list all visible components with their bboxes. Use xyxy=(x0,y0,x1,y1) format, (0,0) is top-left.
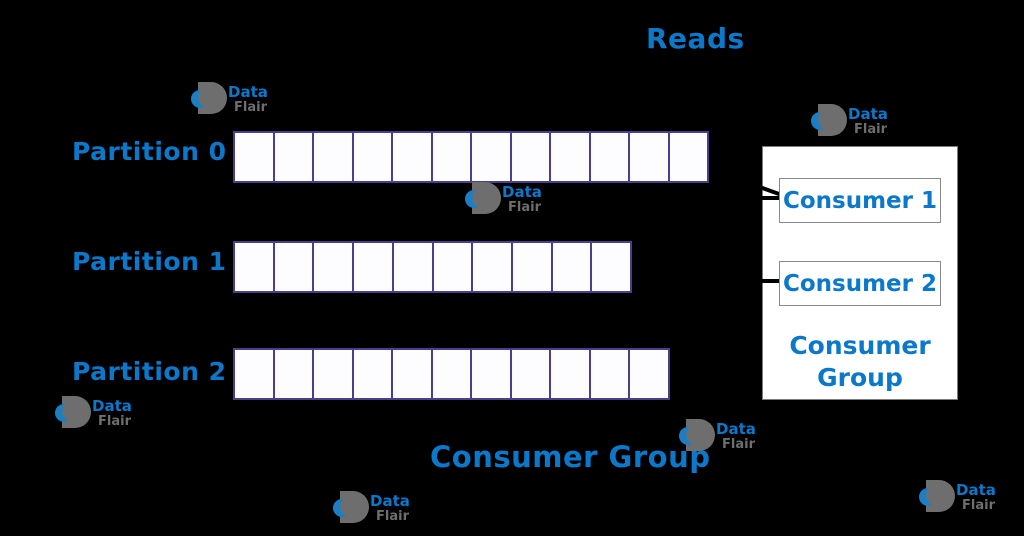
partition-cell xyxy=(511,350,552,398)
partition-cell xyxy=(630,350,669,398)
svg-text:Data: Data xyxy=(716,420,756,438)
partition-cell xyxy=(433,243,474,291)
partition-cell xyxy=(353,133,393,181)
dataflair-logo-icon: Data Flair xyxy=(676,415,780,455)
partition-cell xyxy=(432,350,473,398)
partition-cell xyxy=(590,133,630,181)
partition-1-label: Partition 1 xyxy=(72,247,227,276)
svg-text:Flair: Flair xyxy=(234,100,268,115)
partition-cell xyxy=(235,243,275,291)
dataflair-logo-icon: Data Flair xyxy=(462,178,566,218)
partition-cell xyxy=(235,350,275,398)
partition-1-strip xyxy=(233,241,632,293)
partition-cell xyxy=(551,350,591,398)
dataflair-logo-icon: Data Flair xyxy=(52,392,156,432)
partition-cell xyxy=(512,243,553,291)
svg-text:Flair: Flair xyxy=(854,122,888,137)
partition-cell xyxy=(354,243,394,291)
dataflair-logo-icon: Data Flair xyxy=(188,78,292,118)
partition-cell xyxy=(590,350,631,398)
svg-text:Data: Data xyxy=(956,481,996,499)
partition-cell xyxy=(393,133,433,181)
dataflair-logo-icon: Data Flair xyxy=(808,100,912,140)
consumer-group-bottom-label: Consumer Group xyxy=(430,440,711,474)
svg-text:Flair: Flair xyxy=(98,414,132,429)
partition-cell xyxy=(314,243,355,291)
partition-cell xyxy=(432,133,472,181)
partition-cell xyxy=(472,350,512,398)
reads-label: Reads xyxy=(646,22,745,55)
svg-text:Data: Data xyxy=(848,105,888,123)
partition-cell xyxy=(274,350,315,398)
dataflair-logo-icon: Data Flair xyxy=(330,487,434,527)
partition-cell xyxy=(353,350,394,398)
consumer-group-inner-label: Consumer Group xyxy=(762,330,958,394)
consumer-group-label-line2: Group xyxy=(817,363,903,392)
partition-cell xyxy=(393,350,433,398)
dataflair-logo-icon: Data Flair xyxy=(916,476,1020,516)
partition-2-label: Partition 2 xyxy=(72,357,227,386)
partition-0-strip xyxy=(233,131,709,183)
partition-cell xyxy=(235,133,275,181)
svg-text:Data: Data xyxy=(370,492,410,510)
partition-cell xyxy=(393,243,434,291)
partition-cell xyxy=(314,350,354,398)
svg-text:Data: Data xyxy=(502,183,542,201)
kafka-consumer-group-diagram: Reads Partition 0 Partition 1 Partition … xyxy=(0,0,1024,536)
svg-text:Data: Data xyxy=(92,397,132,415)
partition-cell xyxy=(551,133,591,181)
partition-cell xyxy=(473,243,513,291)
partition-cell xyxy=(630,133,670,181)
svg-text:Flair: Flair xyxy=(722,437,756,452)
svg-text:Flair: Flair xyxy=(508,200,542,215)
partition-cell xyxy=(472,133,512,181)
partition-0-label: Partition 0 xyxy=(72,137,227,166)
partition-cell xyxy=(511,133,551,181)
svg-text:Data: Data xyxy=(228,83,268,101)
partition-2-strip xyxy=(233,348,670,400)
svg-text:Flair: Flair xyxy=(962,498,996,513)
partition-cell xyxy=(592,243,631,291)
consumer-1-box[interactable]: Consumer 1 xyxy=(779,178,941,223)
partition-cell xyxy=(552,243,593,291)
partition-cell xyxy=(314,133,354,181)
partition-cell xyxy=(669,133,707,181)
partition-cell xyxy=(274,133,314,181)
partition-cell xyxy=(274,243,315,291)
svg-text:Flair: Flair xyxy=(376,509,410,524)
consumer-2-box[interactable]: Consumer 2 xyxy=(779,261,941,306)
consumer-group-label-line1: Consumer xyxy=(789,331,931,360)
